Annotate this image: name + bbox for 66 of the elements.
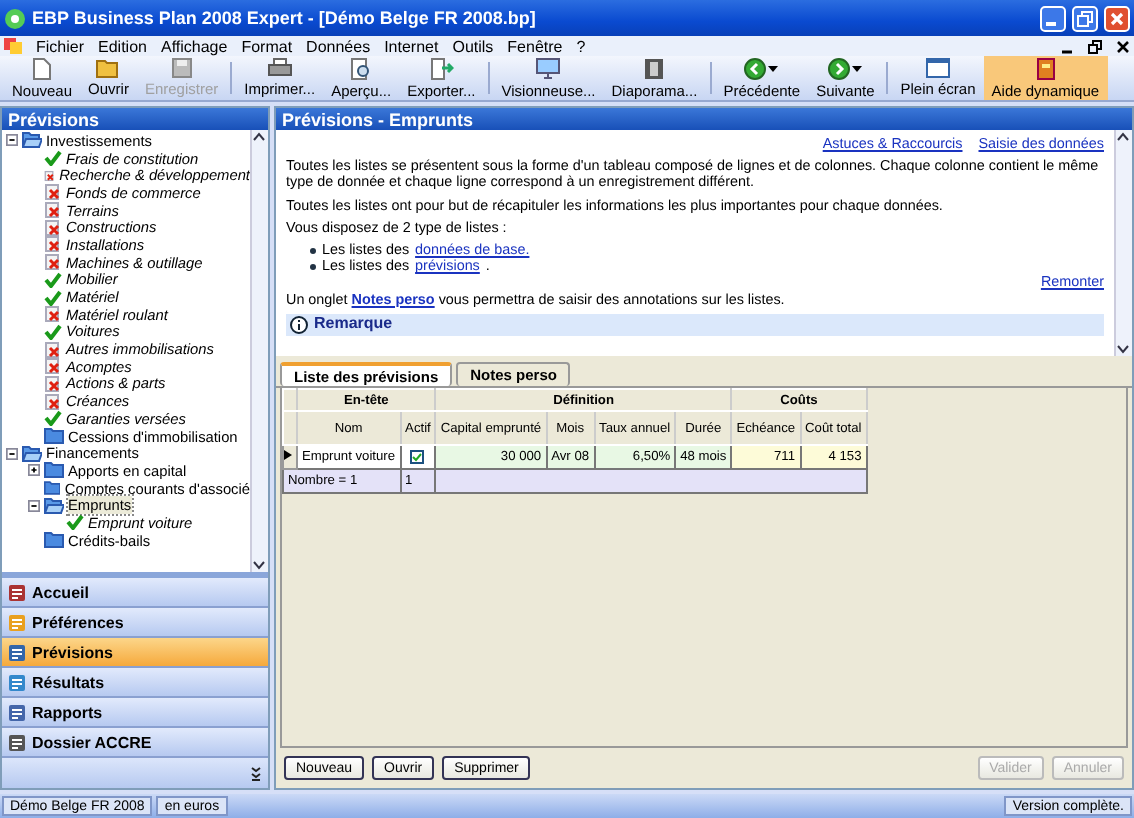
expand-icon[interactable] (28, 464, 40, 477)
nav-item[interactable]: Prévisions (2, 638, 268, 668)
restore-icon[interactable] (1088, 39, 1102, 53)
check-icon (66, 514, 84, 531)
scroll-down-icon[interactable] (252, 558, 266, 572)
cross-icon (44, 219, 62, 236)
film-icon (644, 57, 665, 79)
collapse-icon[interactable] (6, 447, 18, 460)
window-title: EBP Business Plan 2008 Expert - [Démo Belge FR 2008.bp] (32, 8, 538, 28)
check-icon (44, 150, 62, 167)
book-icon (1035, 57, 1056, 79)
list-icon (8, 643, 26, 661)
nav-item[interactable]: Dossier ACCRE (2, 728, 268, 758)
menu-item[interactable]: ? (576, 37, 586, 55)
open-folder-icon (22, 445, 42, 462)
info-icon (290, 315, 308, 334)
menu-item[interactable]: Fenêtre (507, 37, 563, 55)
cross-icon (44, 358, 62, 375)
panel-title: Prévisions - Emprunts (276, 108, 1132, 130)
menu-item[interactable]: Données (306, 37, 371, 55)
bullet-icon (310, 247, 316, 254)
floppy-icon (171, 58, 192, 78)
menu-item[interactable]: Fichier (36, 37, 85, 55)
export-icon (429, 57, 454, 79)
nav-item[interactable]: Accueil (2, 578, 268, 608)
app-icon (4, 7, 26, 29)
forward-icon (828, 57, 851, 79)
menu-item[interactable]: Outils (452, 37, 494, 55)
remark-title: Remarque (314, 316, 393, 333)
folder-icon (44, 532, 64, 549)
cross-icon (44, 202, 62, 219)
nav-item[interactable]: Résultats (2, 668, 268, 698)
nav-item[interactable]: Rapports (2, 698, 268, 728)
scroll-up-icon[interactable] (1116, 130, 1130, 144)
printer-icon (267, 58, 292, 78)
window-icon (926, 58, 951, 78)
scrollbar[interactable] (1114, 130, 1132, 356)
menu-item[interactable]: Internet (384, 37, 439, 55)
dropdown-icon[interactable] (852, 65, 863, 71)
menu-item[interactable]: Format (241, 37, 293, 55)
cross-icon (44, 375, 62, 392)
cross-icon (44, 306, 62, 323)
cross-icon (44, 254, 62, 271)
scrollbar[interactable] (250, 130, 268, 572)
back-icon (744, 57, 767, 79)
collapse-icon[interactable] (28, 499, 40, 512)
menu-item[interactable]: Affichage (160, 37, 228, 55)
open-folder-icon (22, 132, 42, 149)
collapse-icon[interactable] (6, 134, 18, 147)
cross-icon (44, 236, 62, 253)
menu-item[interactable]: Edition (98, 37, 147, 55)
check-icon (44, 410, 62, 427)
preview-icon (350, 57, 373, 79)
cross-icon (44, 393, 62, 410)
panel-title: Prévisions (2, 108, 268, 130)
bullet-icon (310, 263, 316, 270)
checkbox[interactable] (410, 450, 425, 464)
monitor-icon (536, 57, 561, 79)
scroll-down-icon[interactable] (1116, 342, 1130, 356)
open-folder-icon (44, 497, 64, 514)
scroll-up-icon[interactable] (252, 130, 266, 144)
close-icon[interactable] (1116, 39, 1130, 53)
nav-item[interactable]: Préférences (2, 608, 268, 638)
chevron-icon[interactable] (250, 765, 262, 781)
cross-icon (44, 341, 62, 358)
dropdown-icon[interactable] (768, 65, 779, 71)
